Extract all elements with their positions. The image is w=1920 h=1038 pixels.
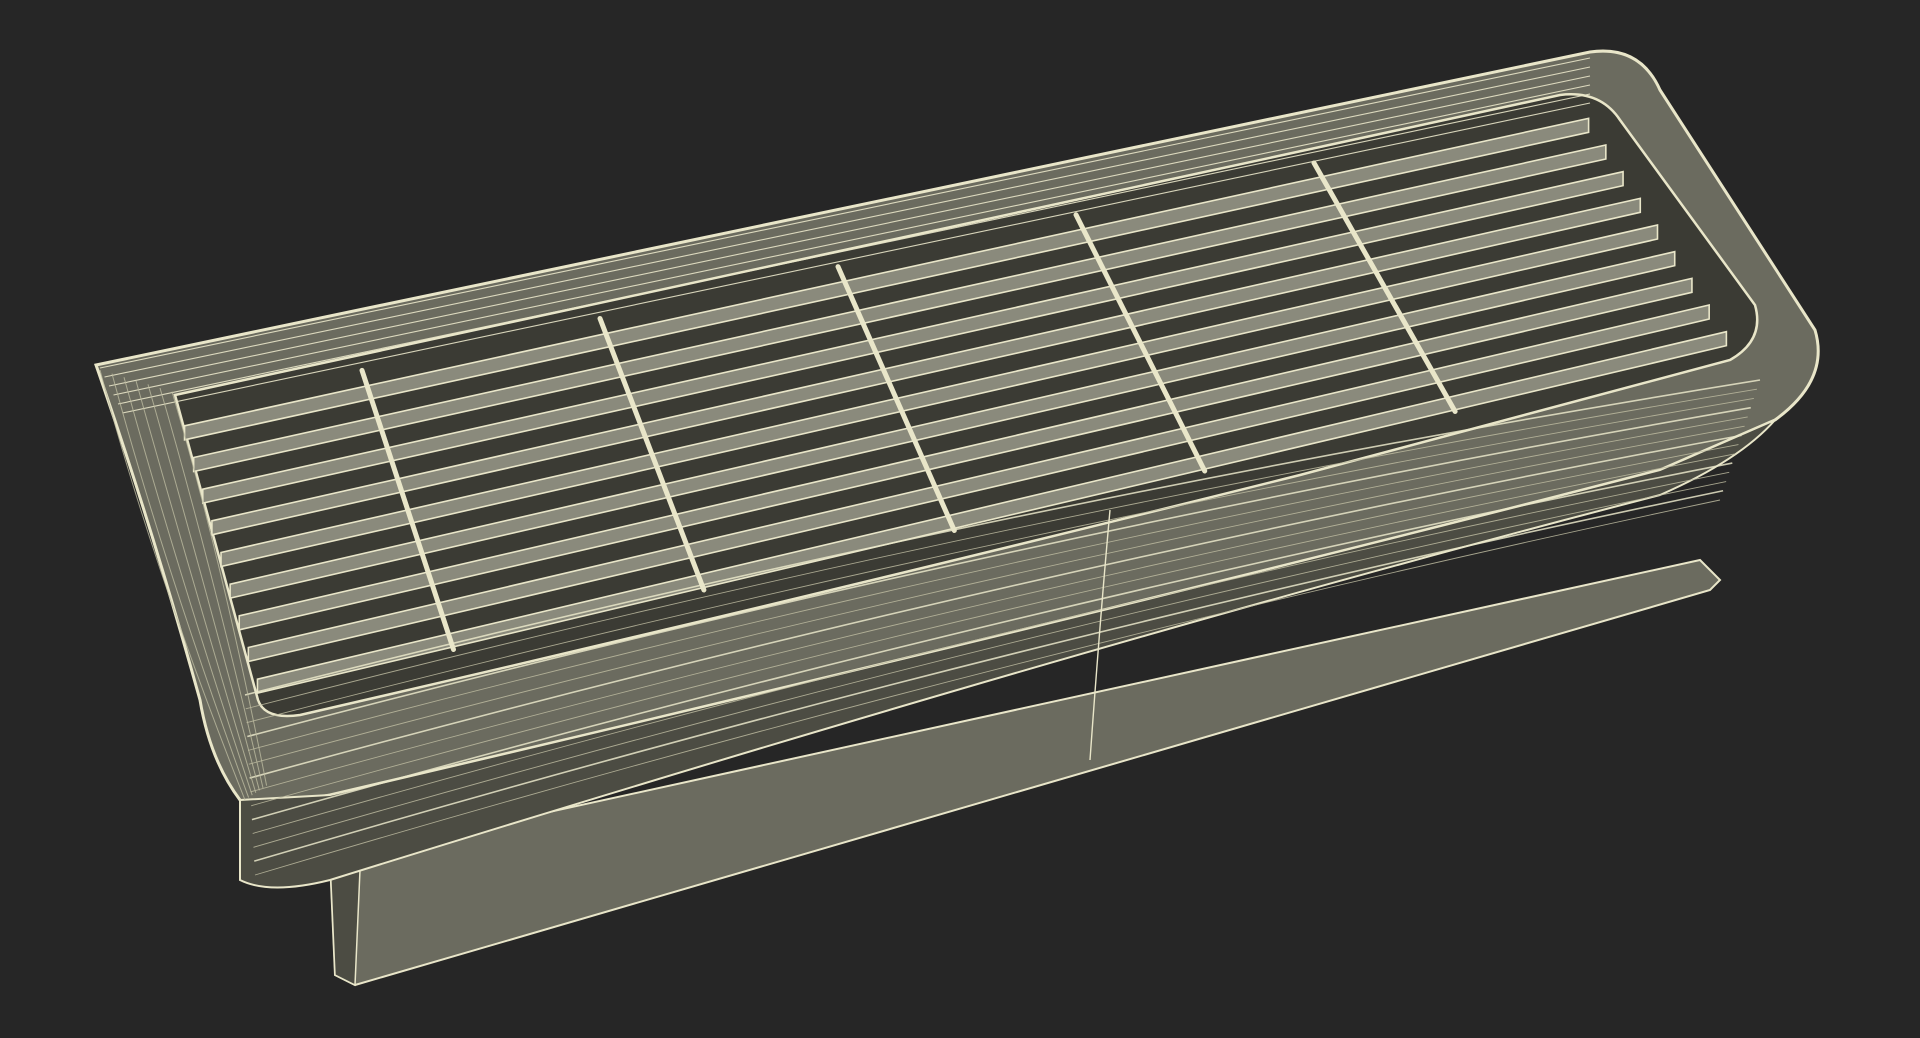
wireframe-render (0, 0, 1920, 1038)
render-viewport (0, 0, 1920, 1038)
